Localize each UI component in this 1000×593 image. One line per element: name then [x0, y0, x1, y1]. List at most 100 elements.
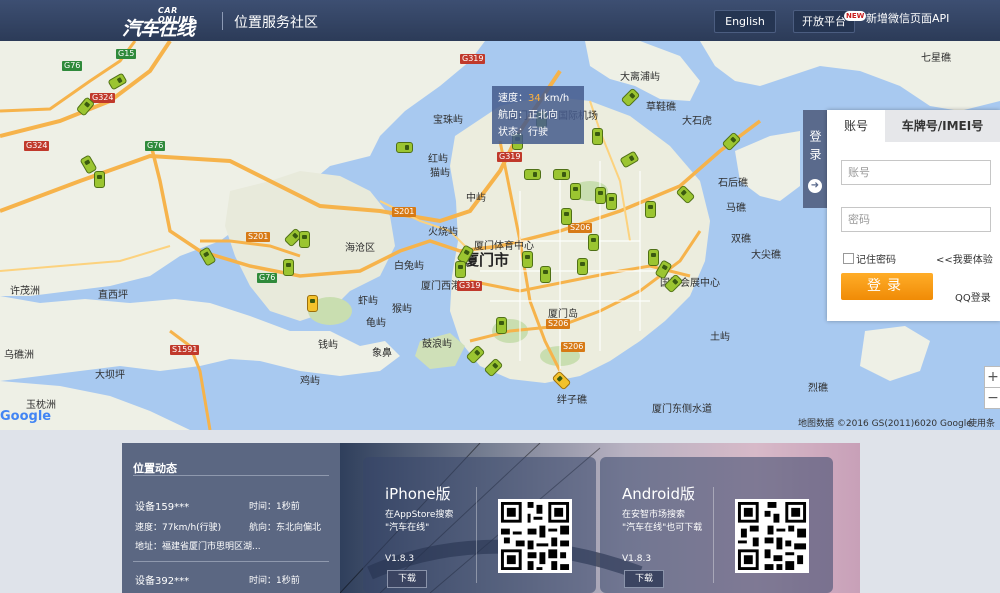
map-label-jiyu: 鸡屿 — [300, 376, 320, 387]
map-label-baitu: 白兔屿 — [394, 261, 424, 272]
car-marker[interactable] — [561, 208, 572, 225]
map-label-xiamen-west: 厦门西港 — [421, 281, 461, 292]
logo[interactable]: CAR ONLINE 汽车在线 — [122, 6, 216, 40]
car-marker[interactable] — [648, 249, 659, 266]
info-heading: 航向：正北向 — [498, 110, 558, 121]
top-header: CAR ONLINE 汽车在线 位置服务社区 English 开放平台 NEW … — [0, 0, 1000, 42]
android-app-card: Android版 在安智市场搜索 "汽车在线"也可下载 V1.8.3 下载 — [600, 457, 833, 593]
remember-checkbox[interactable] — [843, 253, 854, 264]
map-label-huoshao: 火烧屿 — [428, 227, 458, 238]
android-app-hint: 在安智市场搜索 — [622, 510, 686, 520]
app-download-banner: iPhone版 在AppStore搜索 "汽车在线" V1.8.3 下载 And… — [340, 443, 860, 593]
login-panel: 账号 车牌号/IMEI号 账号 密码 记住密码 <<我要体验 登录 QQ登录 — [827, 110, 1000, 321]
header-divider — [222, 12, 223, 30]
car-marker[interactable] — [396, 142, 413, 153]
iphone-app-card: iPhone版 在AppStore搜索 "汽车在线" V1.8.3 下载 — [363, 457, 596, 593]
card-divider — [713, 487, 714, 583]
road-badge-s206-c: S206 — [561, 342, 586, 352]
zoom-out-button[interactable]: − — [984, 387, 1000, 409]
road-badge-s201: S201 — [392, 207, 417, 217]
car-marker[interactable] — [540, 266, 551, 283]
logo-text: 汽车在线 — [122, 18, 195, 40]
car-marker[interactable] — [592, 128, 603, 145]
car-marker[interactable] — [307, 295, 318, 312]
tab-plate-imei[interactable]: 车牌号/IMEI号 — [885, 110, 1000, 142]
road-badge-g76: G76 — [62, 61, 83, 71]
map-label-dabaping: 大坝坪 — [95, 370, 125, 381]
map-label-caoxie: 草鞋礁 — [646, 102, 676, 113]
car-marker[interactable] — [496, 317, 507, 334]
map-label-dadeng: 大离浦屿 — [620, 72, 660, 83]
google-logo[interactable]: Google — [0, 409, 51, 424]
road-badge-s1591: S1591 — [170, 345, 200, 355]
map-label-dongdu: 厦门东侧水道 — [652, 404, 712, 415]
dynamics-time: 时间：1秒前 — [249, 502, 300, 512]
dynamics-time: 时间：1秒前 — [249, 576, 300, 586]
road-badge-g76-b: G76 — [145, 141, 166, 151]
map-label-banzi: 绊子礁 — [557, 395, 587, 406]
info-speed: 速度：34 km/h — [498, 93, 570, 104]
car-marker[interactable] — [645, 201, 656, 218]
map-label-xiamen-island: 厦门岛 — [548, 309, 578, 320]
road-badge-s201-b: S201 — [246, 232, 271, 242]
road-badge-g319-c: G319 — [457, 281, 483, 291]
car-marker[interactable] — [606, 193, 617, 210]
car-marker[interactable] — [588, 234, 599, 251]
map-label-maoyu: 猫屿 — [430, 168, 450, 179]
android-app-version: V1.8.3 — [622, 554, 652, 564]
map-label-baozhu: 宝珠屿 — [433, 115, 463, 126]
tab-account[interactable]: 账号 — [827, 110, 885, 142]
car-marker[interactable] — [570, 183, 581, 200]
dynamics-entry-divider — [133, 561, 329, 562]
try-demo-link[interactable]: <<我要体验 — [936, 251, 993, 266]
road-badge-g15: G15 — [116, 49, 137, 59]
map-label-tuyu: 土屿 — [710, 332, 730, 343]
road-badge-g324-b: G324 — [24, 141, 50, 151]
car-marker[interactable] — [577, 258, 588, 275]
map-terms-link[interactable]: 使用条款 — [968, 416, 1000, 430]
vehicle-info-popup: 速度：34 km/h 航向：正北向 状态：行驶 — [492, 86, 584, 144]
road-badge-s206-b: S206 — [546, 319, 571, 329]
map-label-dajian: 大尖礁 — [751, 250, 781, 261]
car-marker[interactable] — [455, 261, 466, 278]
login-toggle-label: 登录 — [808, 130, 822, 166]
location-dynamics-panel: 位置动态 设备159*** 时间：1秒前 速度：77km/h(行驶) 航向：东北… — [122, 443, 340, 593]
map-label-gym: 厦门体育中心 — [474, 241, 534, 252]
english-button[interactable]: English — [714, 10, 776, 33]
map-label-xiayu: 虾屿 — [358, 296, 378, 307]
android-app-name: Android版 — [622, 485, 695, 503]
iphone-qr-code — [498, 499, 572, 573]
info-status: 状态：行驶 — [498, 127, 548, 138]
new-badge: NEW — [844, 11, 867, 21]
login-button[interactable]: 登录 — [841, 273, 933, 300]
account-input[interactable]: 账号 — [841, 160, 991, 185]
android-download-button[interactable]: 下载 — [624, 570, 664, 588]
password-input[interactable]: 密码 — [841, 207, 991, 232]
zoom-in-button[interactable]: + — [984, 366, 1000, 388]
car-marker[interactable] — [299, 231, 310, 248]
car-marker[interactable] — [524, 169, 541, 180]
road-badge-s206: S206 — [568, 223, 593, 233]
road-badge-g319-b: G319 — [497, 152, 523, 162]
map-label-kuzhou: 许茂洲 — [10, 286, 40, 297]
iphone-download-button[interactable]: 下载 — [387, 570, 427, 588]
map-label-haicang: 海沧区 — [345, 243, 375, 254]
arrow-right-icon: ➜ — [808, 179, 822, 193]
car-marker[interactable] — [595, 187, 606, 204]
map-label-xiangbi: 象鼻 — [372, 348, 392, 359]
map-label-shuangjiao: 双礁 — [731, 234, 751, 245]
qq-login-link[interactable]: QQ登录 — [955, 289, 991, 304]
dynamics-title: 位置动态 — [133, 462, 177, 475]
map-label-dahu: 大石虎 — [682, 116, 712, 127]
car-marker[interactable] — [94, 171, 105, 188]
map-label-guiyu: 龟屿 — [366, 318, 386, 329]
road-badge-g76-c: G76 — [257, 273, 278, 283]
wechat-api-link[interactable]: 新增微信页面API — [866, 10, 949, 26]
car-marker[interactable] — [283, 259, 294, 276]
car-marker[interactable] — [522, 251, 533, 268]
map-label-qixing: 七星礁 — [921, 53, 951, 64]
site-title: 位置服务社区 — [234, 15, 318, 31]
car-marker[interactable] — [553, 169, 570, 180]
dynamics-device: 设备159*** — [135, 502, 190, 513]
login-toggle-tab[interactable]: 登录 ➜ — [803, 110, 827, 208]
